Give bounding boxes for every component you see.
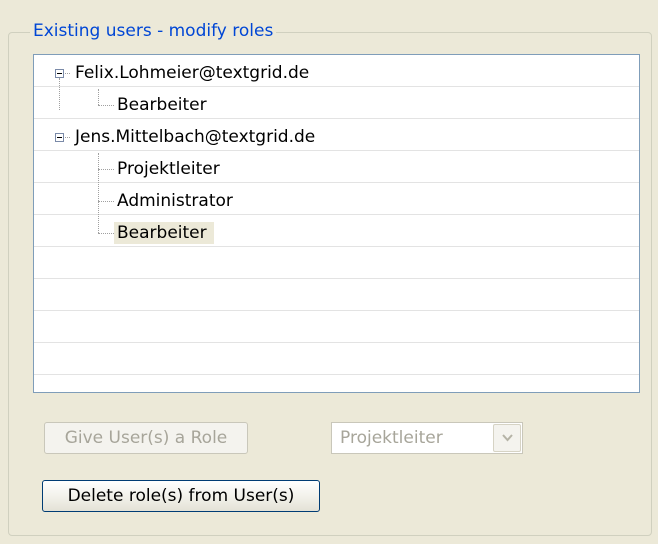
role-label: Bearbeiter [114,222,214,244]
tree-connector [98,169,114,170]
tree-item-user[interactable]: Jens.Mittelbach@textgrid.de [72,126,322,148]
row-separator [34,374,639,375]
row-separator [34,310,639,311]
row-separator [34,182,639,183]
user-email-label: Felix.Lohmeier@textgrid.de [75,63,310,83]
role-label: Bearbeiter [117,95,207,115]
row-separator [34,118,639,119]
collapse-toggle-icon[interactable] [55,133,64,142]
tree-item-role[interactable]: Bearbeiter [114,94,214,116]
tree-item-role[interactable]: Projektleiter [114,158,227,180]
delete-role-button[interactable]: Delete role(s) from User(s) [42,480,320,512]
chevron-down-icon [502,434,513,442]
role-select[interactable]: Projektleiter [331,422,523,454]
tree-connector [98,233,114,234]
tree-connector [59,78,60,110]
role-select-value: Projektleiter [340,428,443,448]
tree-item-role-selected[interactable]: Bearbeiter [114,222,214,244]
tree-connector [98,89,99,105]
collapse-toggle-icon[interactable] [55,69,64,78]
tree-connector [98,201,114,202]
row-separator [34,278,639,279]
dropdown-arrow-button[interactable] [493,424,521,452]
users-roles-tree[interactable]: Felix.Lohmeier@textgrid.de Bearbeiter Je… [33,54,640,393]
role-label: Projektleiter [117,159,220,179]
row-separator [34,150,639,151]
tree-connector [98,105,114,106]
row-separator [34,86,639,87]
row-separator [34,214,639,215]
role-label: Administrator [117,191,233,211]
tree-connector [98,153,99,233]
row-separator [34,246,639,247]
give-role-button[interactable]: Give User(s) a Role [44,422,248,454]
tree-item-role[interactable]: Administrator [114,190,240,212]
user-email-label: Jens.Mittelbach@textgrid.de [75,127,316,147]
row-separator [34,342,639,343]
group-title: Existing users - modify roles [30,20,277,42]
tree-item-user[interactable]: Felix.Lohmeier@textgrid.de [72,62,316,84]
